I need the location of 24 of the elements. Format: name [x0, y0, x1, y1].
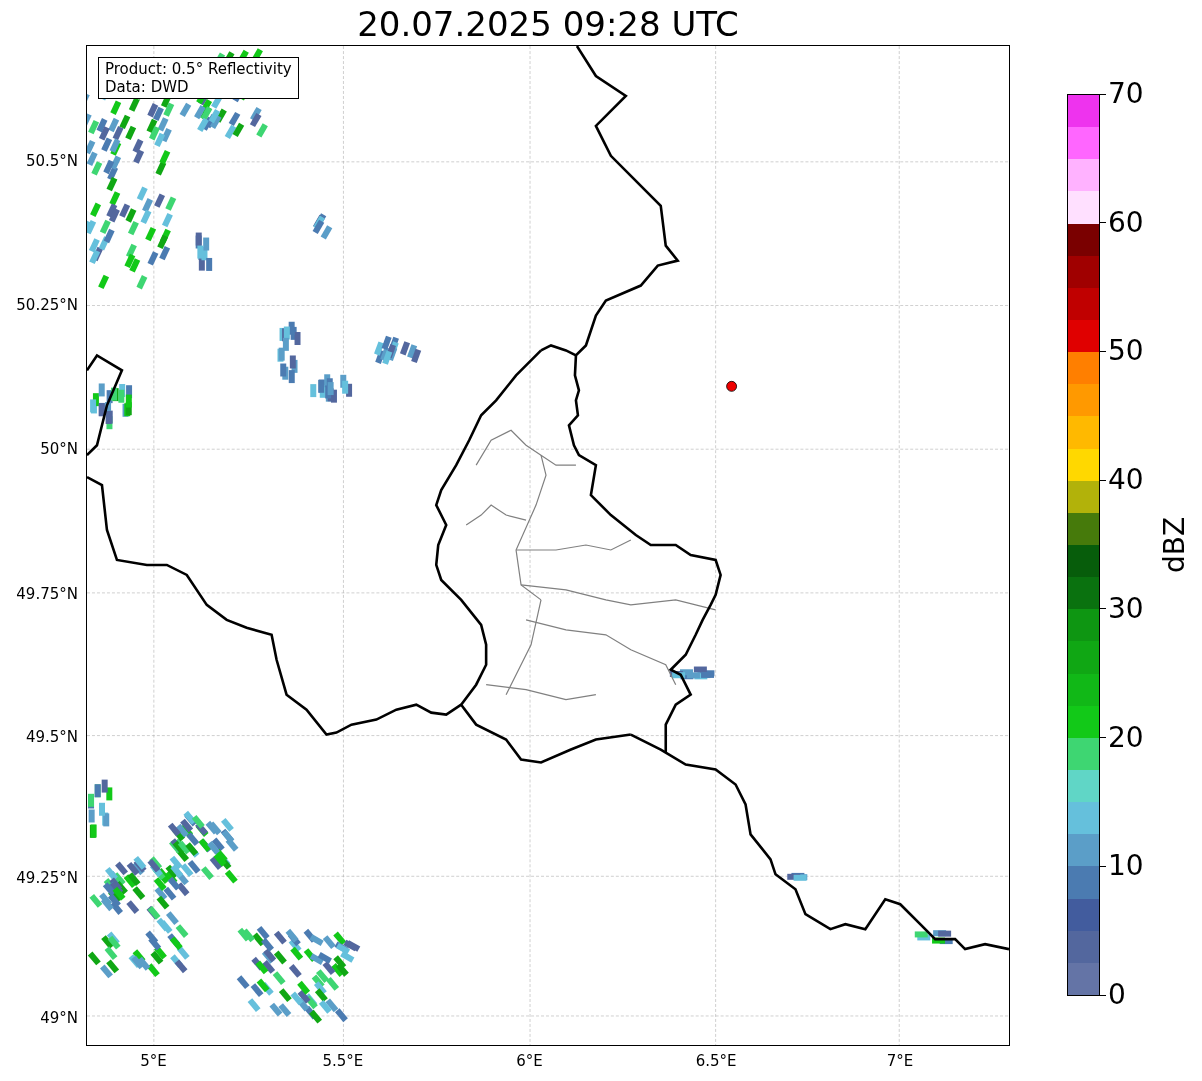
longitude-label: 6°E: [516, 1052, 543, 1070]
latitude-label: 49°N: [40, 1008, 78, 1027]
longitude-label: 5.5°E: [322, 1052, 364, 1070]
latitude-label: 49.5°N: [25, 727, 78, 746]
latitude-label: 49.25°N: [16, 868, 78, 887]
longitude-label: 6.5°E: [695, 1052, 737, 1070]
colorbar-tick-label: 0: [1108, 979, 1126, 1011]
latitude-label: 49.75°N: [16, 584, 78, 603]
chart-title: 20.07.2025 09:28 UTC: [357, 3, 739, 45]
colorbar-tick-label: 50: [1108, 335, 1144, 368]
colorbar-tick-label: 60: [1108, 206, 1144, 239]
longitude-label: 5°E: [140, 1052, 167, 1070]
colorbar-tick-label: 30: [1108, 592, 1144, 625]
longitude-label: 7°E: [886, 1052, 914, 1070]
legend-text: Product: 0.5° Reflectivity: [105, 60, 292, 78]
latitude-label: 50.25°N: [16, 296, 78, 315]
colorbar-label: dBZ: [1159, 516, 1191, 574]
colorbar-tick-label: 20: [1108, 721, 1144, 754]
latitude-label: 50.5°N: [25, 152, 78, 171]
legend-text: Data: DWD: [105, 78, 190, 96]
colorbar-tick-label: 10: [1108, 850, 1144, 883]
latitude-label: 50°N: [40, 440, 78, 459]
colorbar-tick-label: 40: [1108, 464, 1144, 497]
colorbar-tick-label: 70: [1108, 78, 1144, 110]
